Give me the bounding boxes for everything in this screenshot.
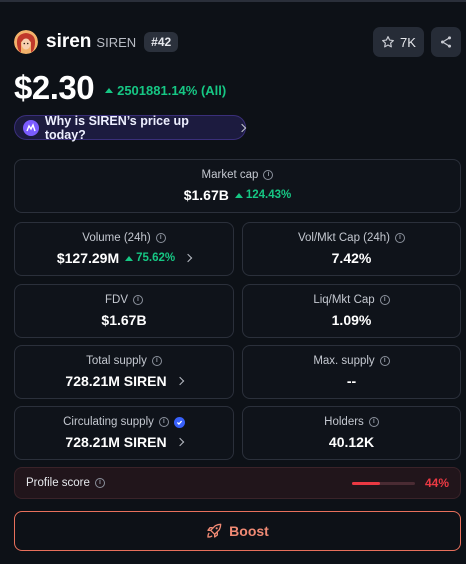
chevron-right-icon: [183, 253, 193, 263]
vol-mkt-cap-label: Vol/Mkt Cap (24h): [297, 232, 391, 244]
why-price-up-label: Why is SIREN’s price up today?: [44, 113, 189, 142]
profile-score-label: Profile score: [26, 477, 90, 489]
fdv-label: FDV: [105, 294, 128, 306]
profile-score-fill: [351, 481, 380, 485]
chevron-right-icon: [237, 123, 247, 132]
info-icon[interactable]: i: [158, 417, 169, 427]
volume-value: $127.29M: [56, 250, 120, 266]
info-icon[interactable]: i: [379, 295, 390, 305]
market-cap-label: Market cap: [201, 169, 259, 181]
info-icon[interactable]: i: [263, 170, 274, 180]
volume-change: 75.62%: [136, 252, 176, 264]
max-supply-label: Max. supply: [313, 355, 375, 367]
info-icon[interactable]: i: [395, 233, 406, 243]
market-cap-card: Market cap i $1.67B 124.43%: [14, 159, 461, 213]
caret-up-icon: [234, 192, 243, 198]
info-icon[interactable]: i: [151, 356, 162, 366]
info-icon[interactable]: i: [379, 356, 390, 366]
token-logo: [14, 30, 38, 54]
ai-sparkle-icon: [23, 119, 39, 136]
caret-up-icon: [105, 87, 114, 93]
rank-badge: #42: [144, 32, 179, 52]
price-change-value: 2501881.14% (All): [117, 82, 227, 98]
vol-mkt-cap-card: Vol/Mkt Cap (24h) i 7.42%: [242, 222, 461, 276]
volume-card[interactable]: Volume (24h) i $127.29M 75.62%: [14, 222, 234, 276]
why-price-up-link[interactable]: Why is SIREN’s price up today?: [14, 113, 247, 142]
market-cap-change: 124.43%: [245, 189, 292, 201]
caret-up-icon: [125, 255, 134, 261]
info-icon[interactable]: i: [155, 233, 166, 243]
price-change: 2501881.14% (All): [105, 83, 226, 98]
fdv-value: $1.67B: [101, 312, 147, 328]
info-icon[interactable]: i: [94, 478, 105, 488]
boost-label: Boost: [229, 523, 269, 539]
total-supply-label: Total supply: [86, 355, 147, 367]
token-name: siren: [46, 31, 92, 52]
holders-value: 40.12K: [328, 434, 375, 450]
liq-mkt-cap-label: Liq/Mkt Cap: [313, 294, 375, 306]
fdv-card: FDV i $1.67B: [14, 284, 234, 338]
price-row: $2.30 2501881.14% (All): [14, 69, 226, 107]
info-icon[interactable]: i: [368, 417, 379, 427]
circulating-supply-value: 728.21M SIREN: [65, 434, 167, 450]
star-icon: [382, 36, 394, 48]
holders-card[interactable]: Holders i 40.12K: [242, 406, 461, 460]
holders-label: Holders: [324, 416, 364, 428]
chevron-right-icon: [175, 376, 184, 386]
share-button[interactable]: [431, 27, 461, 57]
watchlist-button[interactable]: 7K: [373, 27, 424, 57]
current-price: $2.30: [14, 69, 95, 106]
market-cap-value: $1.67B: [183, 187, 229, 203]
chevron-right-icon: [175, 437, 184, 447]
token-header: siren SIREN #42 7K: [14, 27, 461, 57]
total-supply-value: 728.21M SIREN: [65, 373, 167, 389]
volume-label: Volume (24h): [82, 232, 151, 244]
share-icon: [440, 36, 452, 48]
rocket-icon: [207, 523, 222, 538]
liq-mkt-cap-card: Liq/Mkt Cap i 1.09%: [242, 284, 461, 338]
max-supply-card: Max. supply i --: [242, 345, 461, 399]
circulating-supply-card[interactable]: Circulating supply i 728.21M SIREN: [14, 406, 234, 460]
profile-score-value: 44%: [424, 476, 449, 490]
total-supply-card[interactable]: Total supply i 728.21M SIREN: [14, 345, 234, 399]
watchlist-count: 7K: [400, 34, 416, 50]
max-supply-value: --: [346, 373, 357, 389]
profile-score-progress: [351, 481, 415, 485]
token-symbol: SIREN: [96, 34, 137, 50]
circulating-supply-label: Circulating supply: [63, 416, 154, 428]
vol-mkt-cap-value: 7.42%: [331, 250, 372, 266]
verified-icon: [173, 416, 185, 428]
top-divider: [0, 0, 466, 2]
boost-button[interactable]: Boost: [14, 511, 461, 551]
profile-score-bar[interactable]: Profile score i 44%: [14, 467, 461, 499]
liq-mkt-cap-value: 1.09%: [331, 312, 372, 328]
info-icon[interactable]: i: [133, 295, 143, 305]
